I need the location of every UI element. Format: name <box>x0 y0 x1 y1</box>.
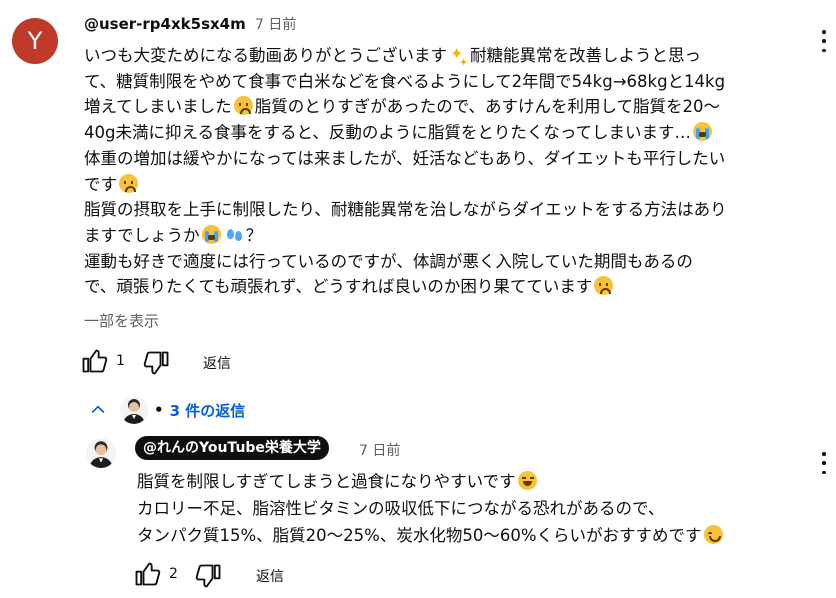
thumbs-up-icon <box>135 562 161 586</box>
channel-avatar[interactable] <box>86 438 116 468</box>
separator-dot: • <box>154 401 164 419</box>
thumbs-up-icon <box>82 349 108 373</box>
comment-line: いつも大変ためになる動画ありがとうございます <box>84 46 447 65</box>
comment-line: ますでしょうか <box>84 225 200 245</box>
reply-timestamp[interactable]: 7 日前 <box>359 440 400 460</box>
laughing-face-emoji-icon <box>517 471 537 490</box>
reply-dislike-button[interactable] <box>195 562 223 590</box>
sad-face-emoji-icon <box>233 96 253 116</box>
comment-line: 耐糖能異常を改善しようと思っ <box>470 46 701 65</box>
reply-like-button[interactable] <box>133 560 161 588</box>
more-vert-icon[interactable] <box>821 30 827 52</box>
smiling-face-emoji-icon <box>703 525 723 544</box>
reply-button[interactable]: 返信 <box>203 353 231 373</box>
comment-line: 40g未満に抑える食事をすると、反動のように脂質をとりたくなってしまいます… <box>84 123 691 143</box>
reply-line: タンパク質15%、脂質20〜25%、炭水化物50〜60%くらいがおすすめです <box>137 526 702 545</box>
reply-line: 脂質を制限しすぎてしまうと過食になりやすいです <box>137 472 516 491</box>
sparkles-emoji-icon <box>449 41 468 76</box>
chevron-up-icon <box>91 405 105 414</box>
more-vert-icon[interactable] <box>821 452 827 474</box>
sweat-droplets-emoji-icon <box>225 225 244 244</box>
reply-reply-button[interactable]: 返信 <box>256 566 284 586</box>
reply-like-count: 2 <box>169 566 178 582</box>
dislike-button[interactable] <box>143 349 171 377</box>
comment-line: 増えてしまいました <box>84 97 232 117</box>
comment-header: @user-rp4xk5sx4m 7 日前 <box>84 14 296 34</box>
comment-author-handle[interactable]: @user-rp4xk5sx4m <box>84 15 246 33</box>
comment-line: ？ <box>245 225 263 245</box>
comment-line: て、糖質制限をやめて食事で白米などを食べるようにして2年間で54kg→68kgと… <box>84 71 726 91</box>
comment-line: 脂質の摂取を上手に制限したり、耐糖能異常を治しながらダイエットをする方法はあり <box>84 200 727 220</box>
channel-avatar-small <box>120 396 148 424</box>
comment-line: です <box>84 174 117 194</box>
comment-line: で、頑張りたくても頑張れず、どうすれば良いのか困り果てています <box>84 277 593 297</box>
thumbs-down-icon <box>143 351 169 375</box>
reply-body: 脂質を制限しすぎてしまうと過食になりやすいです カロリー不足、脂溶性ビタミンの吸… <box>137 468 797 549</box>
sad-face-emoji-icon <box>119 173 138 193</box>
like-button[interactable] <box>80 347 108 375</box>
comment-line: 脂質のとりすぎがあったので、あすけんを利用して脂質を20〜 <box>254 97 721 117</box>
show-more-link[interactable]: 一部を表示 <box>84 310 159 331</box>
like-count: 1 <box>116 353 125 369</box>
comment-line: 体重の増加は緩やかになっては来ましたが、妊活などもあり、ダイエットも平行したい <box>84 148 726 168</box>
comment-timestamp[interactable]: 7 日前 <box>255 17 296 33</box>
comment-line: 運動も好きで適度には行っているのですが、体調が悪く入院していた期間もあるの <box>84 251 693 271</box>
crying-face-emoji-icon <box>693 122 712 142</box>
thumbs-down-icon <box>195 564 221 588</box>
channel-name-badge[interactable]: @れんのYouTube栄養大学 <box>135 436 329 460</box>
reply-line: カロリー不足、脂溶性ビタミンの吸収低下につながる恐れがあるので、 <box>137 499 665 518</box>
crying-face-emoji-icon <box>201 224 221 244</box>
replies-toggle[interactable]: • 3 件の返信 <box>88 394 245 426</box>
user-avatar[interactable]: Y <box>12 18 58 64</box>
sad-face-emoji-icon <box>594 276 614 296</box>
replies-count-label[interactable]: 3 件の返信 <box>170 400 246 421</box>
comment-body: いつも大変ためになる動画ありがとうございます 耐糖能異常を改善しようと思っ て、糖… <box>84 41 784 300</box>
